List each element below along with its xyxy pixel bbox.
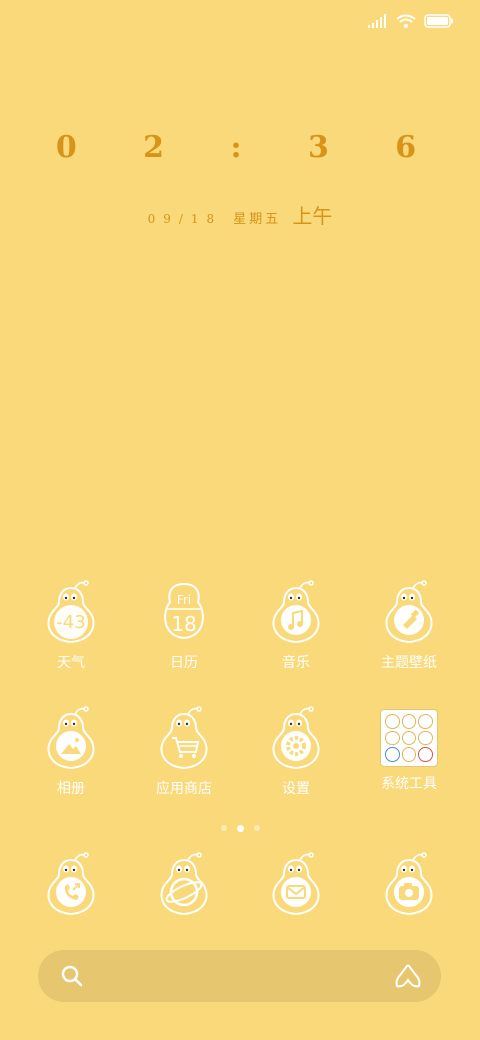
- weather-icon: -43: [47, 580, 95, 643]
- page-dot-active[interactable]: [236, 825, 244, 832]
- browser-icon: [160, 852, 208, 915]
- status-bar: [368, 10, 454, 32]
- app-system-tools[interactable]: 系统工具: [354, 704, 464, 793]
- app-settings[interactable]: 设置: [241, 704, 351, 798]
- search-icon[interactable]: [58, 962, 86, 990]
- app-label: 应用商店: [156, 781, 212, 797]
- app-label: 主题壁纸: [381, 655, 437, 671]
- app-label: 设置: [282, 781, 310, 797]
- weather-temp: -43: [56, 612, 85, 633]
- app-label: 天气: [57, 655, 85, 671]
- camera-icon: [385, 852, 433, 915]
- app-label: 日历: [170, 655, 198, 671]
- dock-camera[interactable]: [354, 850, 464, 918]
- search-bar[interactable]: [38, 950, 441, 1002]
- weekday-text: 星期五: [233, 212, 282, 227]
- clock-time[interactable]: 0 2 : 3 6: [0, 130, 480, 165]
- app-store[interactable]: 应用商店: [129, 704, 239, 798]
- app-gallery[interactable]: 相册: [16, 704, 126, 798]
- page-dot[interactable]: [253, 825, 260, 831]
- app-calendar[interactable]: Fri 18 日历: [129, 578, 239, 672]
- dock-phone[interactable]: [16, 850, 126, 918]
- messages-icon: [272, 852, 320, 915]
- dock-messages[interactable]: [241, 850, 351, 918]
- ampm-text: 上午: [292, 204, 333, 228]
- gallery-icon: [47, 706, 95, 769]
- app-music[interactable]: 音乐: [241, 578, 351, 672]
- wifi-icon: [396, 14, 416, 28]
- settings-gear-icon: [272, 706, 320, 769]
- app-store-cart-icon: [160, 706, 208, 769]
- clock-date: 09/18 星期五 上午: [0, 200, 480, 229]
- assistant-icon[interactable]: [393, 962, 423, 990]
- app-weather[interactable]: -43 天气: [16, 578, 126, 672]
- app-label: 音乐: [282, 655, 310, 671]
- page-dot[interactable]: [220, 825, 227, 831]
- signal-bars-icon: [368, 14, 386, 28]
- system-tools-folder-icon: [380, 709, 438, 767]
- app-theme[interactable]: 主题壁纸: [354, 578, 464, 672]
- battery-icon: [424, 14, 453, 28]
- date-text: 09/18: [147, 212, 223, 226]
- theme-brush-icon: [385, 580, 433, 643]
- calendar-day: Fri: [177, 593, 191, 607]
- music-icon: [272, 580, 320, 643]
- page-indicator[interactable]: [0, 825, 480, 832]
- calendar-icon: Fri 18: [164, 582, 204, 640]
- app-label: 系统工具: [381, 776, 437, 792]
- dock-browser[interactable]: [129, 850, 239, 918]
- calendar-date: 18: [171, 612, 196, 636]
- app-label: 相册: [57, 781, 85, 797]
- phone-icon: [47, 852, 95, 915]
